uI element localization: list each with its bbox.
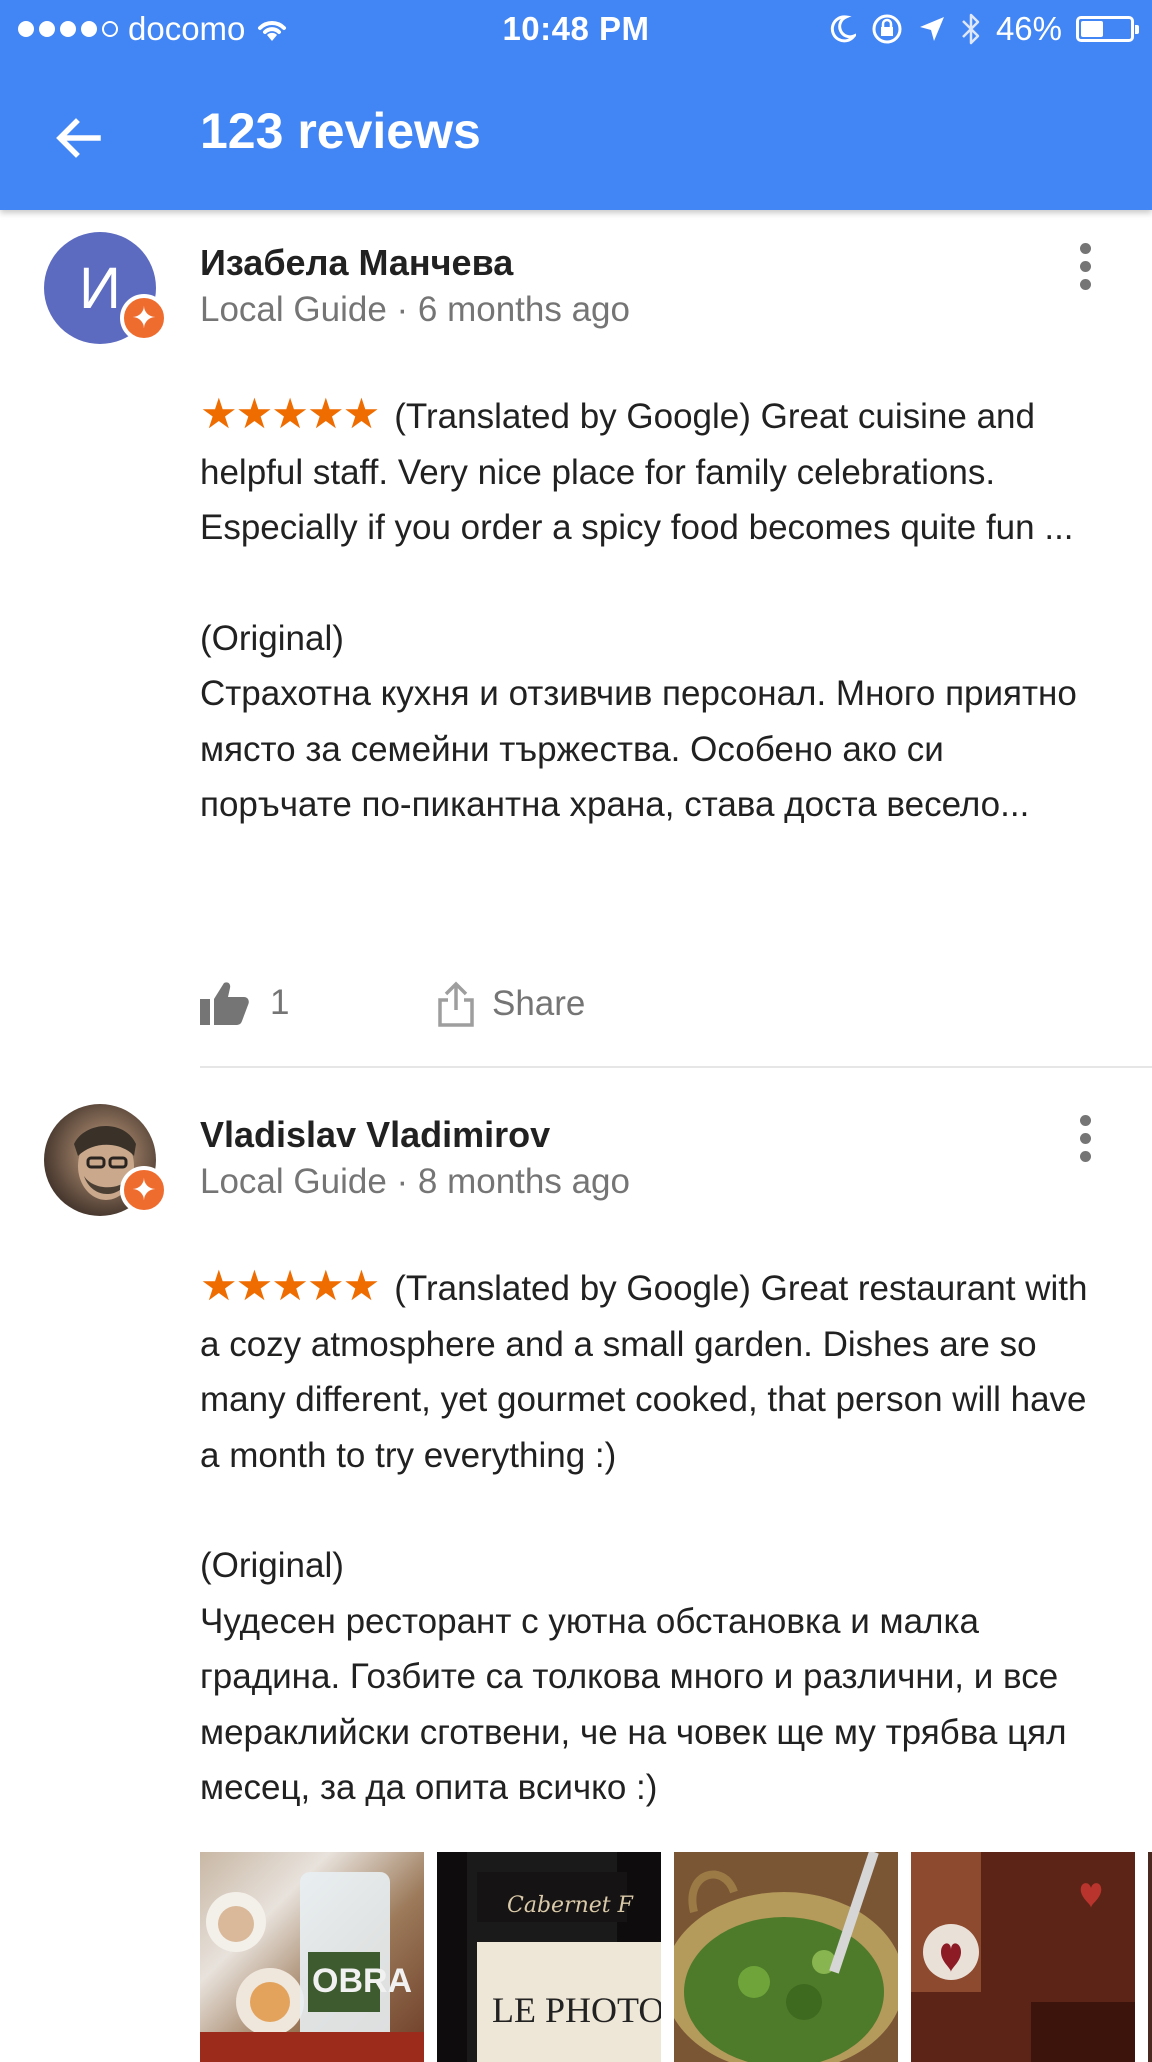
more-vert-icon[interactable] xyxy=(1070,238,1100,298)
review-photo[interactable] xyxy=(674,1852,898,2062)
local-guide-badge-icon: ✦ xyxy=(120,1166,168,1214)
review-original-text: Страхотна кухня и отзивчив персонал. Мно… xyxy=(200,674,1077,824)
original-label: (Original) xyxy=(200,618,344,658)
review-body: ★★★★★ (Translated by Google) Great cuisin… xyxy=(200,386,1100,833)
local-guide-badge-icon: ✦ xyxy=(120,294,168,342)
review-photos: OBRA Cabernet F LE PHOTO xyxy=(200,1852,1152,2062)
rotation-lock-icon xyxy=(872,14,902,44)
like-button[interactable]: 1 xyxy=(200,980,289,1026)
review-photo[interactable]: Cabernet F LE PHOTO xyxy=(437,1852,661,2062)
review-actions: 1 Share xyxy=(200,980,1100,1040)
rating-stars: ★★★★★ xyxy=(200,1262,380,1309)
thumb-up-icon xyxy=(200,982,249,1025)
review-translated: ★★★★★ (Translated by Google) Great cuisin… xyxy=(200,386,1100,556)
status-bar: docomo 10:48 PM 46% xyxy=(0,0,1152,56)
review-photo[interactable] xyxy=(1148,1852,1152,2062)
review-author[interactable]: Изабела Манчева xyxy=(200,242,513,284)
original-label: (Original) xyxy=(200,1546,344,1585)
battery-percent: 46% xyxy=(995,10,1062,47)
like-count: 1 xyxy=(270,983,290,1022)
more-vert-icon[interactable] xyxy=(1070,1110,1100,1170)
review-photo[interactable] xyxy=(911,1852,1135,2062)
header-bar: docomo 10:48 PM 46% 123 reviews xyxy=(0,0,1152,210)
share-button[interactable]: Share xyxy=(436,980,585,1028)
review-translated: ★★★★★ (Translated by Google) Great restau… xyxy=(200,1258,1100,1483)
review-original-text: Чудесен ресторант с уютна обстановка и м… xyxy=(200,1601,1067,1808)
share-icon xyxy=(438,981,474,1027)
page-title: 123 reviews xyxy=(200,103,481,159)
review-body: ★★★★★ (Translated by Google) Great restau… xyxy=(200,1258,1100,1816)
avatar-letter: И xyxy=(79,255,121,321)
svg-text:Cabernet F: Cabernet F xyxy=(507,1893,634,1918)
status-right: 46% xyxy=(828,10,1139,48)
moon-icon xyxy=(830,15,856,43)
review-meta: Local Guide · 6 months ago xyxy=(200,290,630,329)
rating-stars: ★★★★★ xyxy=(200,390,380,437)
back-arrow-icon[interactable] xyxy=(48,108,108,168)
review-divider xyxy=(200,1066,1152,1068)
review-photo[interactable]: OBRA xyxy=(200,1852,424,2062)
review-meta: Local Guide · 8 months ago xyxy=(200,1162,630,1201)
svg-text:OBRA: OBRA xyxy=(312,1962,412,2000)
review-author[interactable]: Vladislav Vladimirov xyxy=(200,1114,550,1156)
app-bar: 123 reviews xyxy=(0,80,1152,190)
location-arrow-icon xyxy=(919,17,944,41)
share-label: Share xyxy=(492,984,586,1023)
battery-icon xyxy=(1076,16,1139,42)
svg-text:LE PHOTO: LE PHOTO xyxy=(492,1990,661,2030)
bluetooth-icon xyxy=(962,13,980,45)
